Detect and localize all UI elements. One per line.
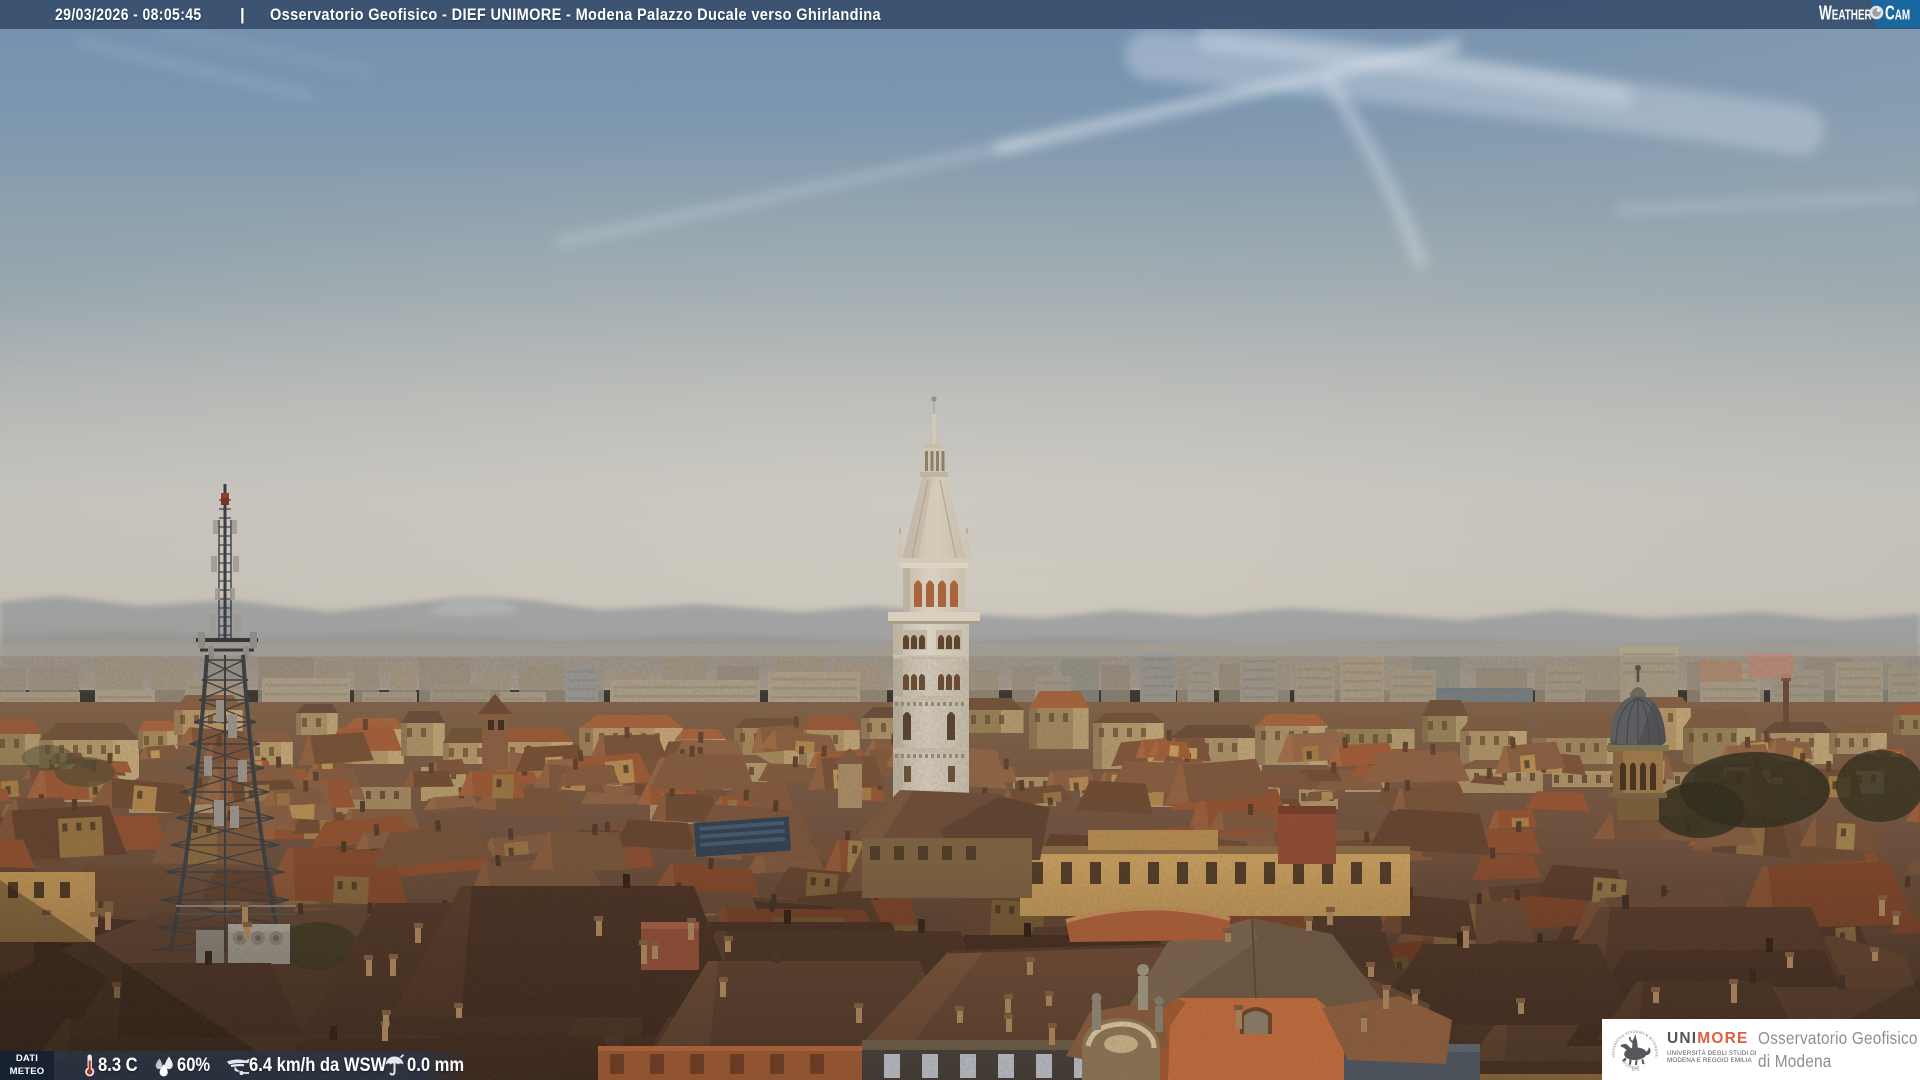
svg-text:1175: 1175 <box>1631 1068 1639 1072</box>
svg-text:WEATHER: WEATHER <box>1819 1 1872 25</box>
